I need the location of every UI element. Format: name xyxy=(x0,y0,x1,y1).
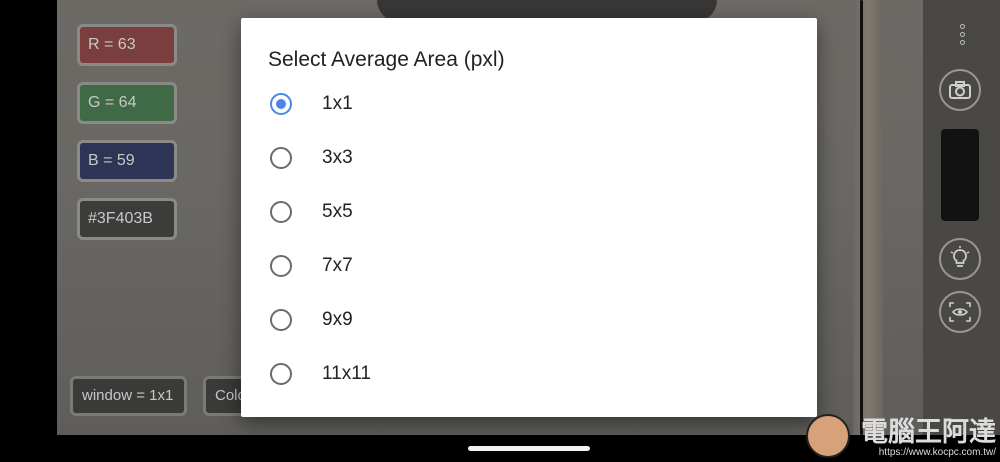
hex-value-chip: #3F403B xyxy=(77,198,177,240)
option-row[interactable]: 3x3 xyxy=(241,131,817,185)
eye-scan-icon xyxy=(949,302,971,322)
radio-button[interactable] xyxy=(270,363,292,385)
radio-button[interactable] xyxy=(270,201,292,223)
green-value-chip: G = 64 xyxy=(77,82,177,124)
window-size-button[interactable]: window = 1x1 xyxy=(70,376,187,416)
watermark-text: 電腦王阿達 xyxy=(861,417,996,447)
option-row[interactable]: 9x9 xyxy=(241,293,817,347)
option-row[interactable]: 11x11 xyxy=(241,347,817,401)
watermark: 電腦王阿達 https://www.kocpc.com.tw/ xyxy=(806,410,996,460)
option-row[interactable]: 5x5 xyxy=(241,185,817,239)
light-bulb-icon xyxy=(950,246,970,267)
option-label: 9x9 xyxy=(322,309,353,330)
preview-cable xyxy=(860,0,863,435)
more-vert-icon[interactable] xyxy=(957,24,967,48)
home-gesture-bar[interactable] xyxy=(468,446,590,451)
option-row[interactable]: 7x7 xyxy=(241,239,817,293)
capture-preview-swatch[interactable] xyxy=(941,129,979,221)
option-label: 3x3 xyxy=(322,147,353,168)
camera-button[interactable] xyxy=(939,69,981,111)
focus-button[interactable] xyxy=(939,291,981,333)
radio-button[interactable] xyxy=(270,309,292,331)
option-label: 11x11 xyxy=(322,363,371,384)
blue-value-chip: B = 59 xyxy=(77,140,177,182)
flashlight-button[interactable] xyxy=(939,238,981,280)
radio-button[interactable] xyxy=(270,255,292,277)
option-row[interactable]: 1x1 xyxy=(241,77,817,131)
dialog-title: Select Average Area (pxl) xyxy=(268,48,505,71)
preview-background-strip xyxy=(853,0,883,435)
average-area-dialog: Select Average Area (pxl) 1x1 3x3 5x5 7x7 9x… xyxy=(241,18,817,417)
control-rail xyxy=(923,0,1000,435)
option-label: 5x5 xyxy=(322,201,353,222)
mascot-logo xyxy=(806,414,850,458)
radio-button[interactable] xyxy=(270,147,292,169)
camera-icon xyxy=(949,81,971,99)
option-label: 1x1 xyxy=(322,93,353,114)
radio-button[interactable] xyxy=(270,93,292,115)
option-label: 7x7 xyxy=(322,255,353,276)
red-value-chip: R = 63 xyxy=(77,24,177,66)
